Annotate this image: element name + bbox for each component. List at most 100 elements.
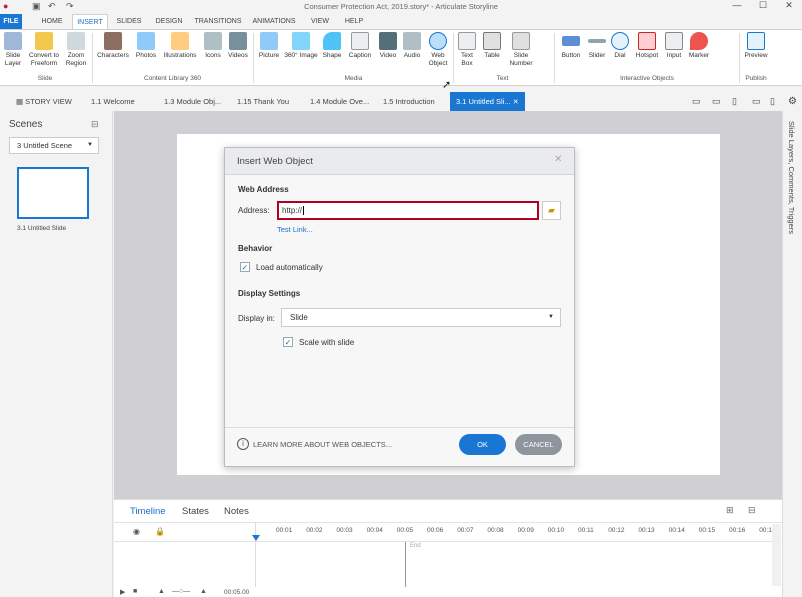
stop-icon[interactable]: ■ xyxy=(133,588,137,595)
slide-thumbnail[interactable] xyxy=(17,167,89,219)
timeline-scrollbar[interactable] xyxy=(772,524,781,586)
tab-transitions[interactable]: TRANSITIONS xyxy=(192,14,244,29)
tab-slide-module-ove[interactable]: 1.4 Module Ove... xyxy=(310,92,369,111)
icons-button[interactable]: Icons xyxy=(202,32,224,60)
photos-button[interactable]: Photos xyxy=(133,32,159,60)
text-box-button[interactable]: Text Box xyxy=(455,32,479,68)
chevron-down-icon: ▼ xyxy=(87,142,93,148)
marker-button[interactable]: Marker xyxy=(686,32,712,60)
show-hide-eye-icon[interactable]: ◉ xyxy=(133,527,140,536)
tab-slide-welcome[interactable]: 1.1 Welcome xyxy=(91,92,135,111)
tab-insert[interactable]: INSERT xyxy=(72,14,108,29)
illustrations-button[interactable]: Illustrations xyxy=(160,32,200,60)
tab-animations[interactable]: ANIMATIONS xyxy=(250,14,298,29)
close-icon[interactable]: ✕ xyxy=(776,0,802,14)
device-tablet-landscape-icon[interactable]: ▭ xyxy=(712,92,721,111)
picture-button[interactable]: Picture xyxy=(256,32,282,60)
input-button[interactable]: Input xyxy=(663,32,685,60)
load-automatically-label: Load automatically xyxy=(256,263,323,272)
tab-slide-introduction[interactable]: 1.5 Introduction xyxy=(383,92,435,111)
freeform-icon xyxy=(35,32,53,50)
device-tablet-portrait-icon[interactable]: ▯ xyxy=(732,92,737,111)
characters-button[interactable]: Characters xyxy=(95,32,131,60)
360-image-icon xyxy=(292,32,310,50)
timeline-tick: 00:13 xyxy=(638,527,655,534)
web-object-button[interactable]: Web Object xyxy=(425,32,451,68)
title-bar: ● ▣ ↶ ↷ Consumer Protection Act, 2019.st… xyxy=(0,0,802,14)
convert-freeform-button[interactable]: Convert to Freeform xyxy=(26,32,62,68)
play-icon[interactable]: ▶ xyxy=(120,588,125,596)
button-button[interactable]: Button xyxy=(557,32,585,60)
settings-gear-icon[interactable]: ⚙ xyxy=(788,92,797,111)
display-in-select[interactable]: Slide ▼ xyxy=(281,308,561,327)
slider-button[interactable]: Slider xyxy=(586,32,608,60)
cancel-button[interactable]: CANCEL xyxy=(515,434,562,455)
collapse-panel-icon[interactable]: ⊟ xyxy=(91,119,99,130)
caption-icon xyxy=(351,32,369,50)
zoom-slider[interactable]: —○— xyxy=(172,588,190,595)
zoom-out-icon[interactable]: ▲ xyxy=(158,588,165,595)
browse-folder-icon[interactable]: ▰ xyxy=(542,201,561,220)
learn-more-link[interactable]: LEARN MORE ABOUT WEB OBJECTS... xyxy=(253,440,392,449)
icons-icon xyxy=(204,32,222,50)
slide-layer-button[interactable]: Slide Layer xyxy=(2,32,24,68)
shape-button[interactable]: Shape xyxy=(320,32,344,60)
tab-slide-module-obj[interactable]: 1.3 Module Obj... xyxy=(164,92,221,111)
illustrations-icon xyxy=(171,32,189,50)
scale-with-slide-checkbox[interactable]: ✓ xyxy=(283,337,293,347)
slide-number-button[interactable]: Slide Number xyxy=(506,32,536,68)
collapse-timeline-icon[interactable]: ⊟ xyxy=(748,505,756,516)
audio-button[interactable]: Audio xyxy=(400,32,424,60)
tab-slide-untitled[interactable]: 3.1 Untitled Sli... ✕ xyxy=(450,92,525,111)
mouse-cursor-icon: ➚ xyxy=(442,79,452,91)
dial-button[interactable]: Dial xyxy=(609,32,631,60)
tab-notes[interactable]: Notes xyxy=(224,506,249,517)
right-panel-label[interactable]: Slide Layers, Comments, Triggers xyxy=(787,121,796,234)
text-cursor xyxy=(303,206,305,215)
360-image-button[interactable]: 360° Image xyxy=(283,32,319,60)
tab-file[interactable]: FILE xyxy=(0,14,22,29)
ribbon-separator xyxy=(253,33,254,83)
zoom-region-button[interactable]: Zoom Region xyxy=(62,32,90,68)
ok-button[interactable]: OK xyxy=(459,434,506,455)
dialog-close-icon[interactable]: ✕ xyxy=(554,154,562,165)
zoom-in-icon[interactable]: ▲ xyxy=(200,588,207,595)
timeline-tick: 00:04 xyxy=(366,527,383,534)
tab-states[interactable]: States xyxy=(182,506,209,517)
preview-button[interactable]: Preview xyxy=(741,32,771,60)
timeline-time: 00:05.00 xyxy=(224,589,250,596)
videos-button[interactable]: Videos xyxy=(226,32,250,60)
tab-slide-thank-you[interactable]: 1.15 Thank You xyxy=(237,92,289,111)
device-phone-portrait-icon[interactable]: ▯ xyxy=(770,92,775,111)
caption-button[interactable]: Caption xyxy=(345,32,375,60)
load-automatically-checkbox[interactable]: ✓ xyxy=(240,262,250,272)
hotspot-button[interactable]: Hotspot xyxy=(632,32,662,60)
tab-view[interactable]: VIEW xyxy=(306,14,334,29)
tab-slides[interactable]: SLIDES xyxy=(112,14,146,29)
device-desktop-icon[interactable]: ▭ xyxy=(692,92,701,111)
maximize-icon[interactable]: ☐ xyxy=(750,0,776,14)
timeline-divider xyxy=(114,522,782,523)
test-link[interactable]: Test Link... xyxy=(277,225,313,234)
timeline-tick: 00:12 xyxy=(608,527,625,534)
zoom-icon xyxy=(67,32,85,50)
group-label-publish: Publish xyxy=(745,75,767,82)
tab-story-view[interactable]: ▦ STORY VIEW xyxy=(16,92,72,111)
end-marker[interactable] xyxy=(405,542,406,587)
tab-home[interactable]: HOME xyxy=(36,14,68,29)
address-input[interactable]: http:// xyxy=(277,201,539,220)
scenes-title: Scenes xyxy=(9,119,43,130)
device-phone-landscape-icon[interactable]: ▭ xyxy=(752,92,761,111)
tab-design[interactable]: DESIGN xyxy=(152,14,186,29)
tab-timeline[interactable]: Timeline xyxy=(130,506,166,517)
minimize-icon[interactable]: — xyxy=(724,0,750,14)
table-button[interactable]: Table xyxy=(480,32,504,60)
lock-icon[interactable]: 🔒 xyxy=(155,527,165,536)
scene-dropdown[interactable]: 3 Untitled Scene ▼ xyxy=(9,137,99,154)
behavior-heading: Behavior xyxy=(238,244,273,253)
video-button[interactable]: Video xyxy=(377,32,399,60)
tab-help[interactable]: HELP xyxy=(340,14,368,29)
timeline-options-icon[interactable]: ⊞ xyxy=(726,505,734,516)
close-tab-icon[interactable]: ✕ xyxy=(513,99,519,106)
ribbon-tabs: FILE HOME INSERT SLIDES DESIGN TRANSITIO… xyxy=(0,14,802,29)
